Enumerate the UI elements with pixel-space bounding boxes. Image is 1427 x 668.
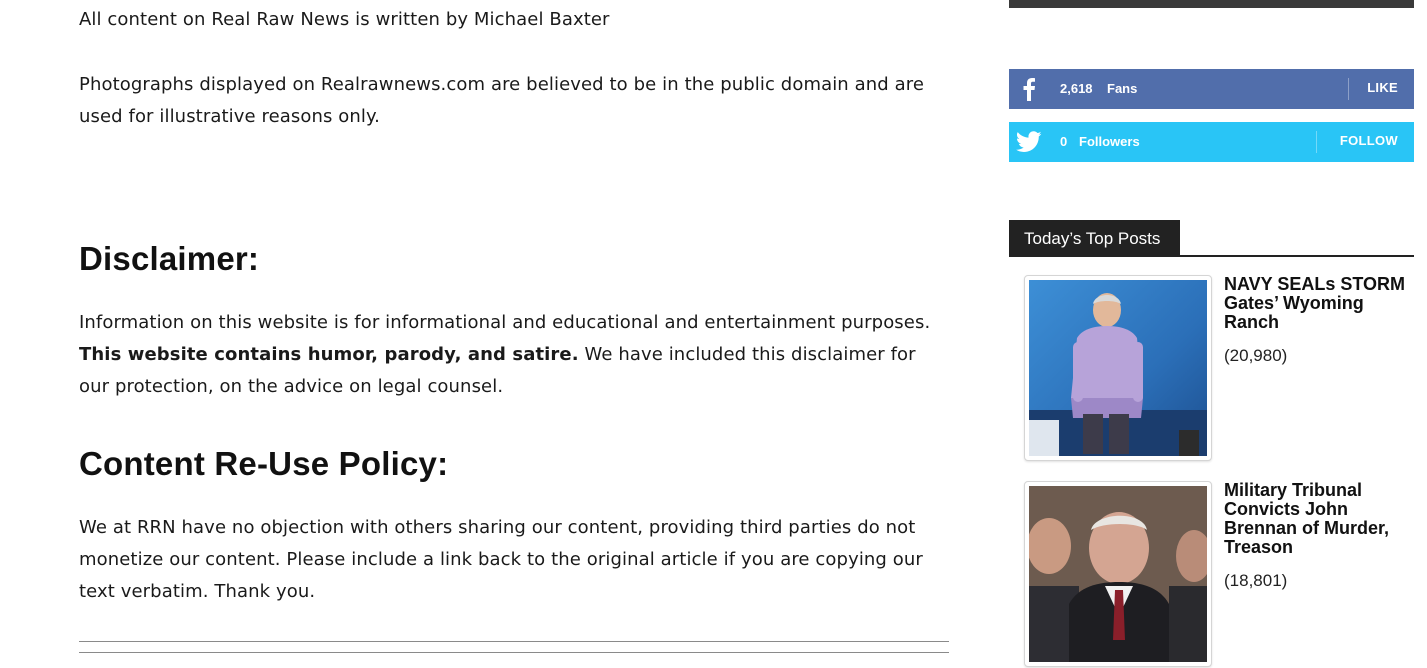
divider: [79, 652, 949, 653]
divider: [79, 641, 949, 642]
facebook-fans-label: Fans: [1107, 81, 1138, 96]
post-thumbnail-image: [1029, 486, 1207, 662]
disclaimer-bold-text: This website contains humor, parody, and…: [79, 344, 579, 365]
disclaimer-text-part-a: Information on this website is for infor…: [79, 312, 931, 333]
divider: [1009, 255, 1414, 257]
facebook-fan-count: 2,618: [1060, 81, 1093, 96]
facebook-counter[interactable]: 2,618 Fans LIKE: [1009, 69, 1414, 109]
twitter-follower-count: 0: [1060, 134, 1068, 149]
byline-text: All content on Real Raw News is written …: [79, 9, 610, 30]
post-thumbnail[interactable]: [1024, 481, 1212, 667]
top-posts-heading: Today’s Top Posts: [1009, 220, 1180, 255]
twitter-icon: [1009, 122, 1049, 162]
divider: [1348, 78, 1349, 100]
twitter-counter[interactable]: 0 Followers FOLLOW: [1009, 122, 1414, 162]
disclaimer-text: Information on this website is for infor…: [79, 307, 939, 403]
post-title-link[interactable]: NAVY SEALs STORM Gates’ Wyoming Ranch: [1224, 275, 1414, 332]
post-title-link[interactable]: Military Tribunal Convicts John Brennan …: [1224, 481, 1414, 557]
divider: [1316, 131, 1317, 153]
facebook-like-button[interactable]: LIKE: [1367, 80, 1398, 95]
post-view-count: (18,801): [1224, 571, 1288, 590]
top-posts-header: Today’s Top Posts: [1009, 220, 1414, 257]
photo-note-text: Photographs displayed on Realrawnews.com…: [79, 74, 925, 127]
twitter-follow-button[interactable]: FOLLOW: [1340, 133, 1398, 148]
reuse-policy-text: We at RRN have no objection with others …: [79, 517, 923, 602]
sidebar-top-bar: [1009, 0, 1414, 8]
reuse-policy-heading: Content Re-Use Policy:: [79, 445, 449, 482]
disclaimer-heading: Disclaimer:: [79, 240, 260, 277]
post-view-count: (20,980): [1224, 346, 1288, 365]
post-thumbnail-image: [1029, 280, 1207, 456]
post-thumbnail[interactable]: [1024, 275, 1212, 461]
facebook-icon: [1009, 69, 1049, 109]
twitter-followers-label: Followers: [1079, 134, 1140, 149]
